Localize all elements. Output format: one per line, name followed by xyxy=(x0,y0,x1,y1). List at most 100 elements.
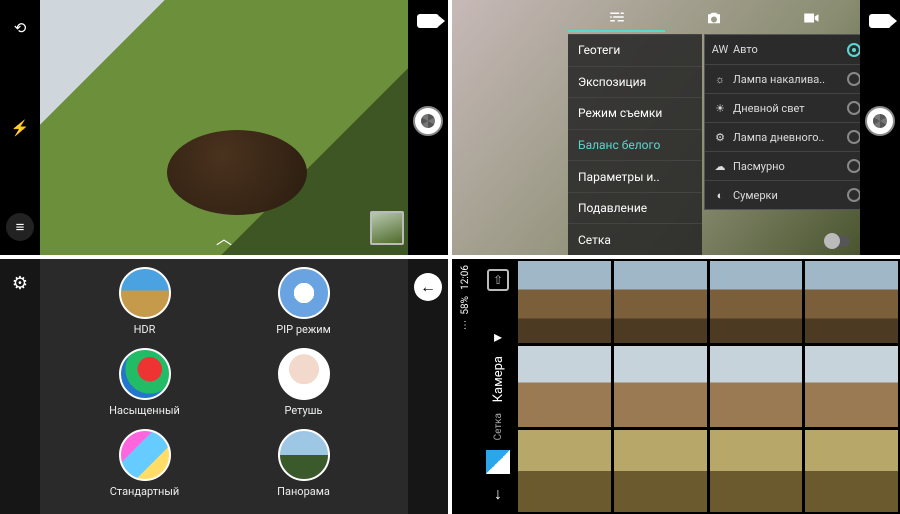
wb-label: Авто xyxy=(733,43,758,56)
gallery-thumbnail[interactable] xyxy=(370,211,404,245)
left-controls: ⚙ xyxy=(0,259,40,514)
wb-option[interactable]: AW Авто xyxy=(705,35,869,64)
video-icon[interactable] xyxy=(417,14,439,28)
tab-video[interactable] xyxy=(763,4,860,32)
right-controls xyxy=(408,0,448,255)
photo-thumb[interactable] xyxy=(805,430,898,512)
tab-adjust[interactable] xyxy=(568,4,665,32)
photo-thumb[interactable] xyxy=(805,261,898,343)
radio-icon xyxy=(847,188,861,202)
menu-icon[interactable]: ≡ xyxy=(6,213,34,241)
right-controls xyxy=(860,0,900,255)
wb-icon: ◐ xyxy=(713,188,727,202)
mode-item[interactable]: Насыщенный xyxy=(82,348,207,425)
more-icon: ⋮ xyxy=(460,320,470,331)
wb-icon: ☀ xyxy=(713,101,727,115)
photo-thumb[interactable] xyxy=(710,261,803,343)
camera-settings-screen: ГеотегиЭкспозицияРежим съемкиБаланс бело… xyxy=(452,0,900,255)
radio-icon xyxy=(847,130,861,144)
photo-thumb[interactable] xyxy=(518,430,611,512)
radio-icon xyxy=(847,43,861,57)
photo-thumb[interactable] xyxy=(710,346,803,428)
settings-item[interactable]: Геотеги xyxy=(568,34,702,66)
mode-thumb xyxy=(119,267,171,319)
wb-icon: ☼ xyxy=(713,72,727,86)
clock: 12:06 xyxy=(460,265,471,290)
mode-thumb xyxy=(278,348,330,400)
gallery-app-icon[interactable] xyxy=(486,450,510,474)
wb-label: Лампа накалива.. xyxy=(733,73,825,86)
wb-icon: ⚙ xyxy=(713,130,727,144)
camera-modes-screen: ⚙ ← HDR PIP режим Насыщенный Ретушь Стан… xyxy=(0,259,448,514)
settings-item[interactable]: Параметры и.. xyxy=(568,160,702,192)
gear-icon[interactable]: ⚙ xyxy=(12,273,28,294)
gallery-grid-screen: 12:06 58% ⋮ ⇧ ▸ Камера Сетка ↓ xyxy=(452,259,900,514)
camera-main-screen: ⟲ ⚡ ≡ ︿ xyxy=(0,0,448,255)
radio-icon xyxy=(847,72,861,86)
wb-option[interactable]: ☁ Пасмурно xyxy=(705,151,869,180)
mode-label: HDR xyxy=(134,323,156,336)
wb-label: Пасмурно xyxy=(733,160,785,173)
settings-tabs xyxy=(568,4,860,32)
album-title[interactable]: Камера xyxy=(491,356,506,402)
white-balance-popup: AW Авто ☼ Лампа накалива.. ☀ Дневной све… xyxy=(704,34,870,210)
dropdown-caret-icon[interactable]: ▸ xyxy=(494,327,502,346)
photo-thumb[interactable] xyxy=(805,346,898,428)
wb-icon: AW xyxy=(713,43,727,57)
status-bar: 12:06 58% ⋮ xyxy=(452,259,478,514)
right-controls: ← xyxy=(408,259,448,514)
mode-item[interactable]: Стандартный xyxy=(82,429,207,506)
viewfinder[interactable] xyxy=(40,0,408,255)
settings-item[interactable]: Баланс белого xyxy=(568,129,702,161)
back-button[interactable]: ← xyxy=(414,273,442,301)
photo-thumb[interactable] xyxy=(614,261,707,343)
mode-item[interactable]: PIP режим xyxy=(241,267,366,344)
wb-label: Дневной свет xyxy=(733,102,805,115)
photo-grid xyxy=(518,261,898,512)
mode-label: Насыщенный xyxy=(109,404,180,417)
gallery-sidebar: ⇧ ▸ Камера Сетка ↓ xyxy=(478,259,518,514)
mode-label: Ретушь xyxy=(284,404,322,417)
view-mode-label: Сетка xyxy=(493,413,504,440)
mode-item[interactable]: Панорама xyxy=(241,429,366,506)
shutter-button[interactable] xyxy=(865,106,895,136)
grid-toggle[interactable] xyxy=(824,235,850,247)
mode-thumb xyxy=(119,348,171,400)
photo-thumb[interactable] xyxy=(710,430,803,512)
settings-item[interactable]: Сетка xyxy=(568,223,702,255)
wb-label: Лампа дневного.. xyxy=(733,131,824,144)
photo-thumb[interactable] xyxy=(518,346,611,428)
nav-back-icon[interactable]: ↓ xyxy=(494,484,502,504)
settings-item[interactable]: Экспозиция xyxy=(568,66,702,98)
video-icon xyxy=(802,9,820,27)
photo-thumb[interactable] xyxy=(614,430,707,512)
switch-camera-icon[interactable]: ⟲ xyxy=(6,14,34,42)
wb-option[interactable]: ☼ Лампа накалива.. xyxy=(705,64,869,93)
camera-icon xyxy=(705,9,723,27)
mode-label: PIP режим xyxy=(276,323,331,336)
wb-option[interactable]: ☀ Дневной свет xyxy=(705,93,869,122)
mode-thumb xyxy=(119,429,171,481)
mode-thumb xyxy=(278,267,330,319)
settings-list: ГеотегиЭкспозицияРежим съемкиБаланс бело… xyxy=(568,34,702,255)
mode-grid: HDR PIP режим Насыщенный Ретушь Стандарт… xyxy=(40,267,408,506)
share-icon[interactable]: ⇧ xyxy=(487,269,509,291)
settings-item[interactable]: Режим съемки xyxy=(568,97,702,129)
mode-thumb xyxy=(278,429,330,481)
flash-icon[interactable]: ⚡ xyxy=(6,114,34,142)
tab-camera[interactable] xyxy=(665,4,762,32)
photo-thumb[interactable] xyxy=(518,261,611,343)
wb-option[interactable]: ⚙ Лампа дневного.. xyxy=(705,122,869,151)
mode-item[interactable]: Ретушь xyxy=(241,348,366,425)
mode-label: Панорама xyxy=(277,485,330,498)
wb-label: Сумерки xyxy=(733,189,778,202)
radio-icon xyxy=(847,101,861,115)
settings-item[interactable]: Подавление xyxy=(568,192,702,224)
left-controls: ⟲ ⚡ ≡ xyxy=(0,0,40,255)
chevron-up-icon[interactable]: ︿ xyxy=(216,225,232,249)
video-icon[interactable] xyxy=(869,14,891,28)
wb-option[interactable]: ◐ Сумерки xyxy=(705,180,869,209)
shutter-button[interactable] xyxy=(413,106,443,136)
mode-item[interactable]: HDR xyxy=(82,267,207,344)
photo-thumb[interactable] xyxy=(614,346,707,428)
